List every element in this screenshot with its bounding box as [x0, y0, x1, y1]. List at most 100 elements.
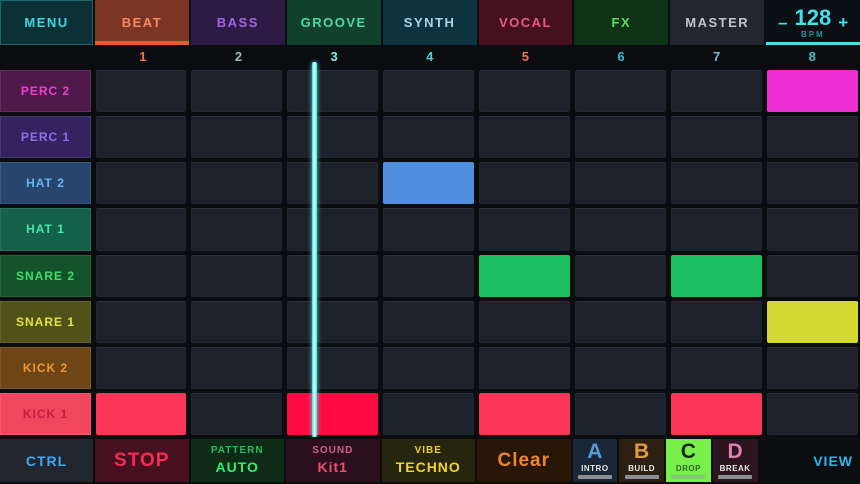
grid-cell-hat-2-step-4[interactable]	[383, 162, 474, 204]
grid-cell-snare-1-step-2[interactable]	[191, 301, 282, 343]
grid-cell-hat-1-step-1[interactable]	[96, 208, 187, 250]
grid-cell-kick-2-step-5[interactable]	[479, 347, 570, 389]
grid-cell-hat-2-step-3[interactable]	[287, 162, 378, 204]
grid-cell-perc-2-step-7[interactable]	[671, 70, 762, 112]
grid-cell-snare-1-step-4[interactable]	[383, 301, 474, 343]
track-label-snare-1[interactable]: SNARE 1	[0, 301, 91, 343]
track-row-perc-1: PERC 1	[0, 114, 860, 160]
clear-button[interactable]: Clear	[477, 439, 571, 482]
track-row-perc-2: PERC 2	[0, 68, 860, 114]
sound-selector[interactable]: SOUNDKit1	[286, 439, 380, 482]
bpm-plus-button[interactable]: +	[838, 14, 848, 31]
grid-cell-snare-2-step-4[interactable]	[383, 255, 474, 297]
grid-cell-snare-2-step-3[interactable]	[287, 255, 378, 297]
ctrl-button[interactable]: CTRL	[0, 439, 93, 482]
step-number-3: 3	[286, 49, 382, 64]
grid-cell-kick-1-step-1[interactable]	[96, 393, 187, 435]
grid-cell-hat-2-step-2[interactable]	[191, 162, 282, 204]
grid-cell-perc-1-step-4[interactable]	[383, 116, 474, 158]
grid-cell-hat-1-step-8[interactable]	[767, 208, 858, 250]
grid-cell-kick-1-step-3[interactable]	[287, 393, 378, 435]
grid-cell-snare-2-step-1[interactable]	[96, 255, 187, 297]
grid-cell-perc-1-step-8[interactable]	[767, 116, 858, 158]
grid-cell-hat-1-step-7[interactable]	[671, 208, 762, 250]
grid-cell-hat-1-step-4[interactable]	[383, 208, 474, 250]
grid-cell-kick-2-step-3[interactable]	[287, 347, 378, 389]
grid-cell-kick-2-step-4[interactable]	[383, 347, 474, 389]
grid-cell-snare-2-step-2[interactable]	[191, 255, 282, 297]
grid-cell-snare-1-step-6[interactable]	[575, 301, 666, 343]
grid-cell-hat-1-step-2[interactable]	[191, 208, 282, 250]
tab-bass[interactable]: BASS	[191, 0, 285, 45]
grid-cell-perc-2-step-1[interactable]	[96, 70, 187, 112]
tab-fx[interactable]: FX	[574, 0, 668, 45]
grid-cell-kick-2-step-8[interactable]	[767, 347, 858, 389]
pad-d[interactable]: DBREAK	[713, 439, 758, 482]
view-button[interactable]: VIEW	[760, 439, 860, 482]
pad-sublabel-build: BUILD	[628, 464, 655, 474]
pattern-label: PATTERN	[211, 444, 264, 458]
grid-cell-snare-1-step-3[interactable]	[287, 301, 378, 343]
track-label-hat-1[interactable]: HAT 1	[0, 208, 91, 250]
grid-cell-snare-2-step-5[interactable]	[479, 255, 570, 297]
grid-cell-kick-1-step-4[interactable]	[383, 393, 474, 435]
grid-cell-perc-2-step-8[interactable]	[767, 70, 858, 112]
grid-cell-snare-1-step-5[interactable]	[479, 301, 570, 343]
grid-cell-kick-1-step-6[interactable]	[575, 393, 666, 435]
grid-cell-hat-2-step-5[interactable]	[479, 162, 570, 204]
grid-cell-hat-1-step-5[interactable]	[479, 208, 570, 250]
grid-cell-hat-1-step-6[interactable]	[575, 208, 666, 250]
tab-vocal[interactable]: VOCAL	[479, 0, 573, 45]
tab-synth[interactable]: SYNTH	[383, 0, 477, 45]
grid-cell-perc-1-step-7[interactable]	[671, 116, 762, 158]
grid-cell-perc-1-step-6[interactable]	[575, 116, 666, 158]
grid-cell-kick-1-step-5[interactable]	[479, 393, 570, 435]
grid-cell-snare-2-step-6[interactable]	[575, 255, 666, 297]
tab-groove[interactable]: GROOVE	[287, 0, 381, 45]
tab-beat[interactable]: BEAT	[95, 0, 189, 45]
vibe-selector[interactable]: VIBETECHNO	[382, 439, 476, 482]
step-number-1: 1	[95, 49, 191, 64]
grid-cell-snare-1-step-1[interactable]	[96, 301, 187, 343]
grid-cell-kick-2-step-1[interactable]	[96, 347, 187, 389]
grid-cell-kick-1-step-2[interactable]	[191, 393, 282, 435]
menu-button[interactable]: MENU	[0, 0, 93, 45]
grid-cell-perc-1-step-3[interactable]	[287, 116, 378, 158]
grid-cell-hat-2-step-1[interactable]	[96, 162, 187, 204]
tab-master[interactable]: MASTER	[670, 0, 764, 45]
grid-cell-kick-1-step-7[interactable]	[671, 393, 762, 435]
grid-cell-snare-2-step-7[interactable]	[671, 255, 762, 297]
pattern-selector[interactable]: PATTERNAUTO	[191, 439, 285, 482]
grid-cell-perc-2-step-2[interactable]	[191, 70, 282, 112]
grid-cell-hat-2-step-8[interactable]	[767, 162, 858, 204]
bpm-minus-button[interactable]: –	[778, 14, 787, 31]
pad-a[interactable]: AINTRO	[573, 439, 618, 482]
grid-cell-kick-2-step-2[interactable]	[191, 347, 282, 389]
grid-cell-snare-1-step-8[interactable]	[767, 301, 858, 343]
grid-cell-perc-2-step-6[interactable]	[575, 70, 666, 112]
track-label-kick-1[interactable]: KICK 1	[0, 393, 91, 435]
track-label-kick-2[interactable]: KICK 2	[0, 347, 91, 389]
grid-cell-hat-2-step-6[interactable]	[575, 162, 666, 204]
track-label-perc-2[interactable]: PERC 2	[0, 70, 91, 112]
grid-cell-hat-2-step-7[interactable]	[671, 162, 762, 204]
grid-cell-hat-1-step-3[interactable]	[287, 208, 378, 250]
grid-cell-kick-2-step-7[interactable]	[671, 347, 762, 389]
track-label-perc-1[interactable]: PERC 1	[0, 116, 91, 158]
grid-cell-perc-1-step-2[interactable]	[191, 116, 282, 158]
track-label-hat-2[interactable]: HAT 2	[0, 162, 91, 204]
grid-cell-perc-2-step-4[interactable]	[383, 70, 474, 112]
grid-cell-snare-2-step-8[interactable]	[767, 255, 858, 297]
grid-cell-perc-2-step-5[interactable]	[479, 70, 570, 112]
grid-cell-kick-1-step-8[interactable]	[767, 393, 858, 435]
pad-b[interactable]: BBUILD	[619, 439, 664, 482]
grid-cell-snare-1-step-7[interactable]	[671, 301, 762, 343]
grid-cell-kick-2-step-6[interactable]	[575, 347, 666, 389]
track-label-snare-2[interactable]: SNARE 2	[0, 255, 91, 297]
bpm-value: 128	[794, 8, 831, 28]
grid-cell-perc-1-step-1[interactable]	[96, 116, 187, 158]
grid-cell-perc-2-step-3[interactable]	[287, 70, 378, 112]
stop-button[interactable]: STOP	[95, 439, 189, 482]
pad-c-active[interactable]: CDROP	[666, 439, 711, 482]
grid-cell-perc-1-step-5[interactable]	[479, 116, 570, 158]
